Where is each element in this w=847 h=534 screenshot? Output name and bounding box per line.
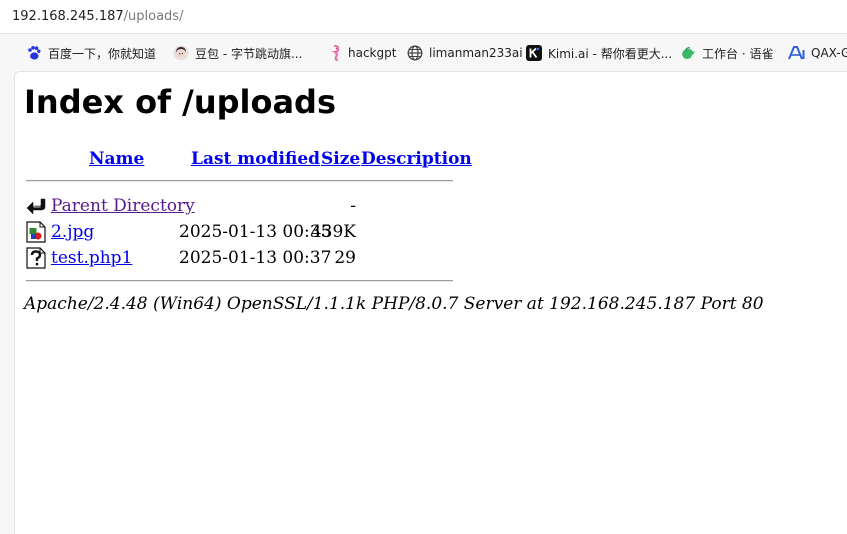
bookmark-yuque[interactable]: 工作台 · 语雀 [680, 44, 773, 62]
pink-seahorse-icon [331, 45, 340, 61]
column-header-size[interactable]: Size [321, 149, 360, 169]
bookmark-label: limanman233ai [429, 46, 523, 60]
row-last-modified: 2025-01-13 00:37 [179, 248, 332, 268]
bookmark-label: 豆包 - 字节跳动旗... [195, 46, 303, 61]
file-link-test-php1[interactable]: test.php1 [51, 248, 132, 268]
doubao-avatar-icon [173, 45, 189, 61]
file-link-2jpg[interactable]: 2.jpg [51, 222, 94, 242]
column-header-last-modified[interactable]: Last modified [191, 149, 320, 169]
server-signature: Apache/2.4.48 (Win64) OpenSSL/1.1.1k PHP… [24, 294, 764, 314]
row-size: 439K [310, 222, 356, 242]
row-size: - [350, 196, 356, 216]
url-host: 192.168.245.187 [12, 9, 124, 24]
bookmark-label: 工作台 · 语雀 [702, 46, 774, 61]
bookmark-doubao[interactable]: 豆包 - 字节跳动旗... [173, 44, 302, 62]
bookmark-qax[interactable]: QAX-G [788, 44, 847, 62]
unknown-file-icon [26, 247, 46, 269]
page-title: Index of /uploads [24, 83, 336, 121]
row-last-modified: 2025-01-13 00:35 [179, 222, 332, 242]
column-header-description[interactable]: Description [361, 149, 472, 169]
yuque-bird-icon [682, 47, 695, 59]
address-bar[interactable]: 192.168.245.187/uploads/ [0, 0, 847, 34]
bookmark-kimi[interactable]: Kimi.ai - 帮你看更大... [526, 44, 672, 62]
kimi-k-icon [526, 45, 542, 61]
bookmark-baidu[interactable]: 百度一下，你就知道 [26, 44, 156, 62]
ai-icon [788, 46, 805, 60]
bookmarks-bar: 百度一下，你就知道 豆包 - 字节跳动旗... hackgpt limanman… [0, 35, 847, 71]
column-header-name[interactable]: Name [89, 149, 144, 169]
globe-icon [407, 45, 423, 61]
bookmark-limanman[interactable]: limanman233ai [407, 44, 523, 62]
baidu-paw-icon [28, 46, 41, 60]
url-text[interactable]: 192.168.245.187/uploads/ [12, 9, 183, 24]
bookmark-label: QAX-G [811, 46, 847, 60]
header-divider [26, 180, 453, 182]
back-arrow-icon [26, 198, 46, 215]
url-path: /uploads/ [123, 9, 184, 24]
footer-divider [26, 280, 453, 282]
bookmark-label: Kimi.ai - 帮你看更大... [548, 46, 673, 61]
row-size: 29 [334, 248, 356, 268]
bookmark-label: 百度一下，你就知道 [48, 46, 157, 61]
parent-directory-link[interactable]: Parent Directory [51, 196, 195, 216]
image-file-icon [26, 221, 46, 243]
bookmark-hackgpt[interactable]: hackgpt [328, 44, 396, 62]
bookmark-label: hackgpt [348, 46, 397, 60]
page-content: Index of /uploads Name Last modified Siz… [14, 71, 847, 534]
